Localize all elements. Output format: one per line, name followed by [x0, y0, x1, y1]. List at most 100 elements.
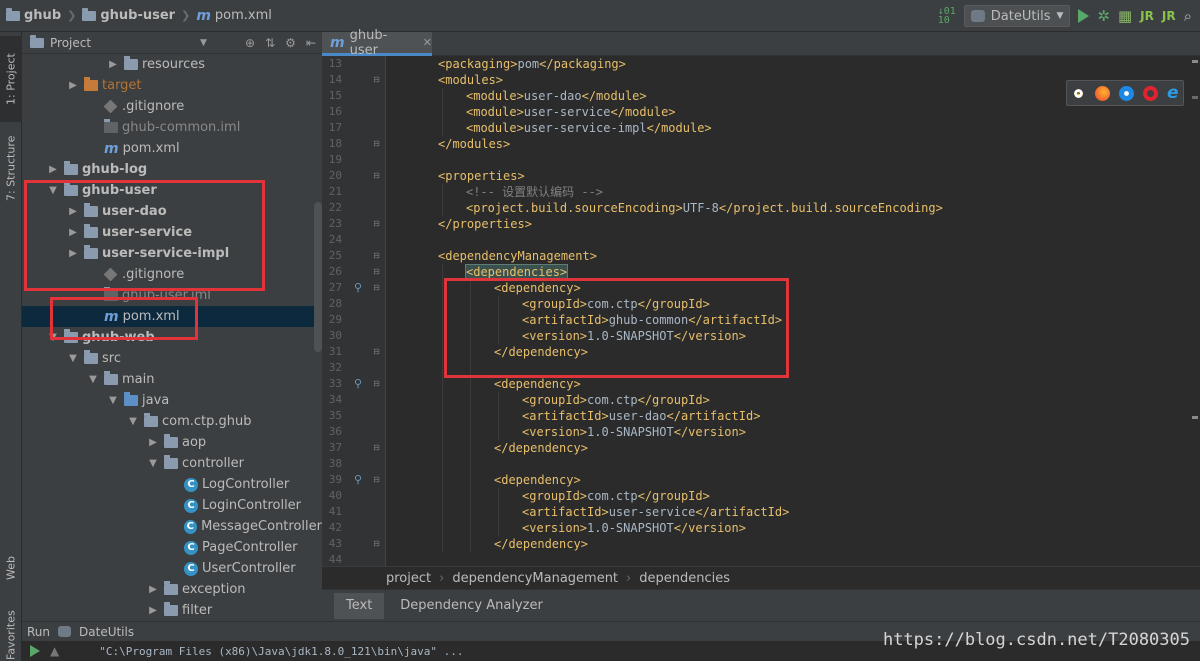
tree-item[interactable]: ghub-user.iml — [22, 285, 322, 306]
coverage-icon[interactable]: ▦ — [1118, 7, 1132, 25]
tree-item[interactable]: C LogController — [22, 474, 322, 495]
tree-item[interactable]: .gitignore — [22, 264, 322, 285]
breadcrumb-item-ghub-user[interactable]: ghub-user — [82, 7, 175, 23]
search-icon[interactable]: ⌕ — [1184, 7, 1192, 25]
tree-item[interactable]: ▼ main — [22, 369, 322, 390]
tree-item[interactable]: m pom.xml — [22, 306, 322, 327]
tree-item[interactable]: ▶ resources — [22, 54, 322, 75]
fold-icon[interactable]: ⊟ — [372, 472, 381, 488]
expanded-arrow-icon[interactable]: ▼ — [46, 185, 60, 196]
tree-item[interactable]: ▶ aop — [22, 432, 322, 453]
tab-project[interactable]: 1: Project — [0, 36, 22, 122]
run-config-label[interactable]: DateUtils — [79, 625, 134, 639]
build-icon[interactable]: ↓01 10 — [938, 7, 956, 26]
fold-icon[interactable]: ⊟ — [372, 344, 381, 360]
expanded-arrow-icon[interactable]: ▼ — [86, 374, 100, 385]
ie-icon[interactable]: e — [1167, 83, 1179, 103]
tree-item[interactable]: ▶ exception — [22, 579, 322, 600]
rerun-icon[interactable] — [30, 645, 40, 657]
fold-icon[interactable]: ⊟ — [372, 136, 381, 152]
locate-icon[interactable]: ⊕ — [245, 36, 255, 50]
tab-structure[interactable]: 7: Structure — [0, 128, 22, 208]
chevron-down-icon[interactable]: ▼ — [200, 38, 207, 48]
code-area[interactable]: 13 14 ⊟ 15 16 17 18 ⊟ 19 20 ⊟ 21 22 23 ⊟ 24 25 ⊟ 26 ⊟ 27 ⚲ ⊟ 28… — [322, 56, 1200, 566]
tree-item[interactable]: ▼ com.ctp.ghub — [22, 411, 322, 432]
tab-text[interactable]: Text — [334, 592, 385, 619]
fold-icon[interactable]: ⊟ — [372, 248, 381, 264]
folder-icon — [6, 7, 20, 21]
debug-icon[interactable]: ✲ — [1097, 7, 1110, 25]
fold-icon[interactable]: ⊟ — [372, 216, 381, 232]
tree-item[interactable]: ▶ user-service-impl — [22, 243, 322, 264]
tab-ghub-user[interactable]: m ghub-user ✕ — [322, 28, 432, 58]
tree-item[interactable]: C UserController — [22, 558, 322, 579]
tree-item[interactable]: ghub-common.iml — [22, 117, 322, 138]
jrebel-debug-icon[interactable]: JR — [1162, 9, 1176, 23]
collapsed-arrow-icon[interactable]: ▶ — [146, 584, 160, 595]
maven-dependency-marker-icon[interactable]: ⚲ — [352, 280, 364, 296]
expanded-arrow-icon[interactable]: ▼ — [106, 395, 120, 406]
tab-dependency-analyzer[interactable]: Dependency Analyzer — [388, 593, 555, 619]
run-config-select[interactable]: DateUtils ▼ — [963, 5, 1071, 27]
tree-item[interactable]: ▶ filter — [22, 600, 322, 621]
tree-item[interactable]: ▶ ghub-log — [22, 159, 322, 180]
xml-breadcrumb-item[interactable]: dependencies — [639, 571, 730, 586]
opera-icon[interactable] — [1143, 85, 1159, 101]
collapsed-arrow-icon[interactable]: ▶ — [66, 80, 80, 91]
editor-scrollbar[interactable] — [1190, 56, 1200, 566]
collapsed-arrow-icon[interactable]: ▶ — [66, 248, 80, 259]
collapsed-arrow-icon[interactable]: ▶ — [106, 59, 120, 70]
fold-icon[interactable]: ⊟ — [372, 440, 381, 456]
chrome-icon[interactable] — [1071, 85, 1087, 101]
tree-item[interactable]: .gitignore — [22, 96, 322, 117]
tree-scrollbar[interactable] — [314, 202, 322, 352]
tree-item[interactable]: ▼ controller — [22, 453, 322, 474]
tree-item[interactable]: ▼ java — [22, 390, 322, 411]
collapsed-arrow-icon[interactable]: ▶ — [66, 206, 80, 217]
tree-item[interactable]: C PageController — [22, 537, 322, 558]
gear-icon[interactable]: ⚙ — [285, 36, 296, 50]
xml-breadcrumb-item[interactable]: dependencyManagement — [452, 571, 618, 586]
collapsed-arrow-icon[interactable]: ▶ — [146, 605, 160, 616]
expanded-arrow-icon[interactable]: ▼ — [146, 458, 160, 469]
fold-icon[interactable]: ⊟ — [372, 168, 381, 184]
tree-item-label: pom.xml — [122, 141, 180, 156]
maven-dependency-marker-icon[interactable]: ⚲ — [352, 472, 364, 488]
safari-icon[interactable] — [1119, 85, 1135, 101]
collapsed-arrow-icon[interactable]: ▶ — [46, 164, 60, 175]
run-icon[interactable] — [1078, 9, 1090, 23]
expanded-arrow-icon[interactable]: ▼ — [66, 353, 80, 364]
tree-item[interactable]: ▶ user-dao — [22, 201, 322, 222]
collapsed-arrow-icon[interactable]: ▶ — [146, 437, 160, 448]
fold-icon[interactable]: ⊟ — [372, 536, 381, 552]
expanded-arrow-icon[interactable]: ▼ — [46, 332, 60, 343]
up-arrow-icon[interactable]: ▲ — [50, 644, 59, 658]
breadcrumb-item-ghub[interactable]: ghub — [6, 7, 61, 23]
tree-item[interactable]: ▶ user-service — [22, 222, 322, 243]
tree-item[interactable]: ▶ target — [22, 75, 322, 96]
jrebel-icon[interactable]: JR — [1140, 9, 1154, 23]
tree-item[interactable]: ▼ ghub-web — [22, 327, 322, 348]
tree-item[interactable]: C LoginController — [22, 495, 322, 516]
tab-web[interactable]: Web — [0, 548, 22, 588]
collapsed-arrow-icon[interactable]: ▶ — [66, 227, 80, 238]
maven-dependency-marker-icon[interactable]: ⚲ — [352, 376, 364, 392]
hide-icon[interactable]: ⇤ — [306, 36, 316, 50]
tree-item[interactable]: C MessageController — [22, 516, 322, 537]
run-label[interactable]: Run — [27, 625, 50, 639]
xml-breadcrumb-item[interactable]: project — [386, 571, 431, 586]
fold-icon[interactable]: ⊟ — [372, 376, 381, 392]
expanded-arrow-icon[interactable]: ▼ — [126, 416, 140, 427]
tree-item[interactable]: m pom.xml — [22, 138, 322, 159]
tab-favorites[interactable]: Favorites — [0, 610, 22, 660]
firefox-icon[interactable] — [1095, 85, 1111, 101]
breadcrumb-item-pom[interactable]: m pom.xml — [196, 8, 272, 24]
close-icon[interactable]: ✕ — [423, 36, 432, 49]
collapse-icon[interactable]: ⇅ — [265, 36, 275, 50]
tree-item[interactable]: ▼ ghub-user — [22, 180, 322, 201]
fold-icon[interactable]: ⊟ — [372, 264, 381, 280]
fold-icon[interactable]: ⊟ — [372, 72, 381, 88]
tree-item[interactable]: ▼ src — [22, 348, 322, 369]
fold-icon[interactable]: ⊟ — [372, 280, 381, 296]
code-content[interactable]: <packaging>pom</packaging> <modules> <modu… — [386, 56, 1200, 566]
